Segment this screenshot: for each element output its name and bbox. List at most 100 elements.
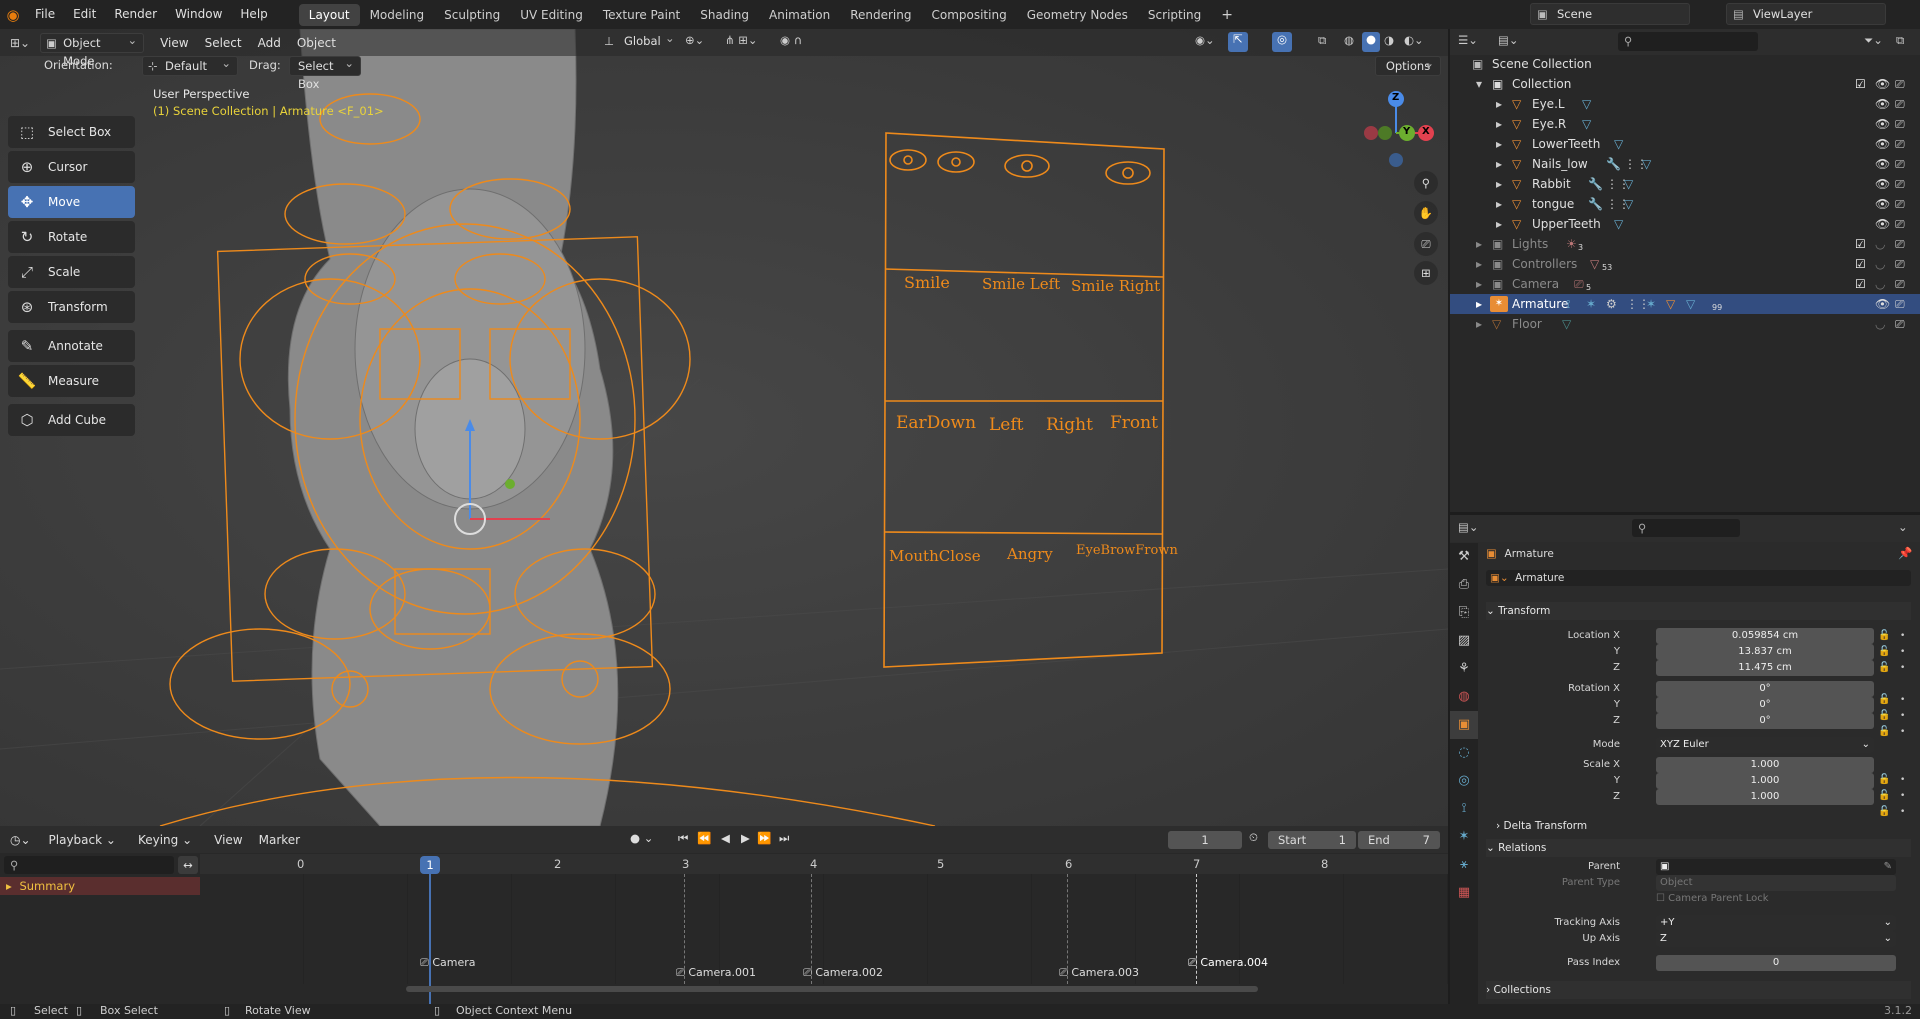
rotation-y-field[interactable]: 0° (1656, 697, 1874, 713)
tab-layout[interactable]: Layout (298, 3, 360, 26)
tab-scripting[interactable]: Scripting (1138, 4, 1211, 26)
tab-shading[interactable]: Shading (690, 4, 759, 26)
expand-arrow-icon[interactable]: ▸ (1476, 294, 1482, 314)
playhead[interactable]: 1 (420, 856, 440, 874)
constraint-tab-icon[interactable]: ⟟ (1450, 795, 1478, 823)
render-camera-icon[interactable]: ⎚ (1895, 94, 1905, 114)
parent-field[interactable]: ▣ ✎ (1656, 859, 1896, 875)
properties-search-input[interactable]: ⚲ (1632, 519, 1740, 537)
render-camera-icon[interactable]: ⎚ (1895, 254, 1905, 274)
expand-arrow-icon[interactable]: ▸ (1476, 234, 1482, 254)
3d-viewport[interactable]: Smile Smile Left Smile Right EarDown Lef… (0, 29, 1448, 826)
menu-select[interactable]: Select (197, 33, 250, 53)
tab-animation[interactable]: Animation (759, 4, 840, 26)
marker-camera[interactable]: ⎚ Camera (420, 956, 475, 970)
tool-annotate[interactable]: ✎ Annotate (8, 330, 135, 362)
outliner-row-collection[interactable]: ▾ ▣ Collection ☑ 👁 ⎚ (1450, 74, 1920, 94)
tool-cursor[interactable]: ⊕ Cursor (8, 151, 135, 183)
output-tab-icon[interactable]: ⎘ (1450, 599, 1478, 627)
record-icon[interactable]: ● ⌄ (630, 831, 653, 845)
outliner-row-controllers[interactable]: ▸ ▣ Controllers ▽ 53 ☑ ◡ ⎚ (1450, 254, 1920, 274)
shading-solid-icon[interactable]: ● (1362, 32, 1380, 52)
mode-dropdown[interactable]: ▣ Object Mode (40, 31, 145, 68)
xray-toggle-icon[interactable]: ⧉ (1318, 33, 1326, 48)
exclude-checkbox[interactable]: ☑ (1855, 274, 1866, 294)
menu-help[interactable]: Help (231, 0, 276, 29)
rotation-mode-dropdown[interactable]: XYZ Euler ⌄ (1656, 737, 1874, 753)
render-camera-icon[interactable]: ⎚ (1895, 194, 1905, 214)
play-reverse-icon[interactable]: ◀ (721, 831, 730, 845)
add-workspace-button[interactable]: + (1211, 4, 1243, 26)
outliner-row-eye-r[interactable]: ▸ ▽ Eye.R ▽ 👁 ⎚ (1450, 114, 1920, 134)
zoom-icon[interactable]: ⚲ (1414, 171, 1438, 195)
gizmo-toggle-icon[interactable]: ⇱ (1228, 32, 1248, 52)
start-frame-field[interactable]: Start 1 (1268, 831, 1356, 849)
render-tab-icon[interactable]: ⎙ (1450, 571, 1478, 599)
eye-icon[interactable]: 👁 (1875, 214, 1890, 234)
shading-rendered-icon[interactable]: ◐⌄ (1404, 33, 1424, 47)
menu-object[interactable]: Object (289, 33, 344, 53)
outliner-row-scene-collection[interactable]: ▣ Scene Collection (1450, 54, 1920, 74)
properties-editor-type-icon[interactable]: ▤⌄ (1458, 520, 1479, 534)
outliner-row-eye-l[interactable]: ▸ ▽ Eye.L ▽ 👁 ⎚ (1450, 94, 1920, 114)
render-camera-icon[interactable]: ⎚ (1895, 134, 1905, 154)
tool-rotate[interactable]: ↻ Rotate (8, 221, 135, 253)
delta-transform-panel-header[interactable]: › Delta Transform (1496, 817, 1920, 835)
tool-add-cube[interactable]: ⬡ Add Cube (8, 404, 135, 436)
end-frame-field[interactable]: End 7 (1358, 831, 1440, 849)
pan-hand-icon[interactable]: ✋ (1414, 201, 1438, 225)
prev-keyframe-icon[interactable]: ⏪ (697, 831, 711, 845)
menu-add[interactable]: Add (250, 33, 289, 53)
outliner-row-tongue[interactable]: ▸ ▽ tongue 🔧 ⋮⋮ ▽ 👁 ⎚ (1450, 194, 1920, 214)
menu-view[interactable]: View (152, 33, 196, 53)
physics-tab-icon[interactable]: ◎ (1450, 767, 1478, 795)
marker-camera-002[interactable]: ⎚ Camera.002 (803, 966, 883, 980)
jump-start-icon[interactable]: ⏮ (678, 831, 688, 846)
tracking-axis-dropdown[interactable]: +Y ⌄ (1656, 915, 1896, 931)
expand-arrow-icon[interactable]: ▸ (1496, 114, 1502, 134)
render-camera-icon[interactable]: ⎚ (1895, 154, 1905, 174)
new-collection-icon[interactable]: ⧉ (1896, 33, 1904, 48)
expand-arrow-icon[interactable]: ▸ (1496, 134, 1502, 154)
properties-editor[interactable]: ▤⌄ ⚲ ⌄ ⚒ ⎙ ⎘ ▨ ⚘ ◍ ▣ ◌ ◎ ⟟ ✶ ⚹ ▦ ▣ Armat… (1450, 515, 1920, 1004)
exclude-checkbox[interactable]: ☑ (1855, 74, 1866, 94)
location-x-field[interactable]: 0.059854 cm (1656, 628, 1874, 644)
exclude-checkbox[interactable]: ☑ (1855, 234, 1866, 254)
tab-rendering[interactable]: Rendering (840, 4, 921, 26)
timeline-editor-type-icon[interactable]: ◷⌄ (0, 830, 41, 850)
eyedropper-icon[interactable]: ✎ (1884, 859, 1892, 875)
render-camera-icon[interactable]: ⎚ (1895, 174, 1905, 194)
expand-arrow-icon[interactable]: ▸ (1476, 314, 1482, 334)
play-icon[interactable]: ▶ (741, 831, 750, 845)
outliner-row-nails-low[interactable]: ▸ ▽ Nails_low 🔧 ⋮⋮ ▽ 👁 ⎚ (1450, 154, 1920, 174)
render-camera-icon[interactable]: ⎚ (1895, 214, 1905, 234)
chevron-down-icon[interactable]: ⌄ (1898, 520, 1908, 534)
expand-arrow-icon[interactable]: ▸ (1476, 274, 1482, 294)
scene-selector[interactable]: ▣ Scene (1530, 3, 1690, 25)
display-mode-icon[interactable]: ▤⌄ (1498, 33, 1519, 47)
hidden-eye-icon[interactable]: ◡ (1875, 274, 1885, 294)
scene-tab-icon[interactable]: ⚘ (1450, 655, 1478, 683)
expand-arrow-icon[interactable]: ▸ (1476, 254, 1482, 274)
options-dropdown[interactable]: Options (1375, 54, 1441, 76)
marker-camera-003[interactable]: ⎚ Camera.003 (1059, 966, 1139, 980)
object-tab-icon[interactable]: ▣ (1450, 711, 1478, 739)
render-camera-icon[interactable]: ⎚ (1895, 274, 1905, 294)
render-camera-icon[interactable]: ⎚ (1895, 74, 1905, 94)
scale-z-field[interactable]: 1.000 (1656, 789, 1874, 805)
jump-end-icon[interactable]: ⏭ (779, 831, 789, 846)
view-layer-tab-icon[interactable]: ▨ (1450, 627, 1478, 655)
pass-index-field[interactable]: 0 (1656, 955, 1896, 971)
tool-scale[interactable]: ⤢ Scale (8, 256, 135, 288)
eye-icon[interactable]: 👁 (1875, 154, 1890, 174)
pivot-point-icon[interactable]: ⊕⌄ (685, 33, 704, 47)
eye-icon[interactable]: 👁 (1875, 174, 1890, 194)
editor-type-icon[interactable]: ⊞⌄ (0, 33, 40, 53)
bone-tab-icon[interactable]: ⚹ (1450, 851, 1478, 879)
tool-move[interactable]: ✥ Move (8, 186, 135, 218)
camera-view-icon[interactable]: ⎚ (1414, 232, 1438, 256)
menu-timeline-view[interactable]: View (206, 830, 250, 850)
marker-camera-001[interactable]: ⎚ Camera.001 (676, 966, 756, 980)
snap-icon[interactable]: ⋔ ⊞⌄ (725, 33, 758, 47)
drag-dropdown[interactable]: Select Box (289, 54, 361, 91)
